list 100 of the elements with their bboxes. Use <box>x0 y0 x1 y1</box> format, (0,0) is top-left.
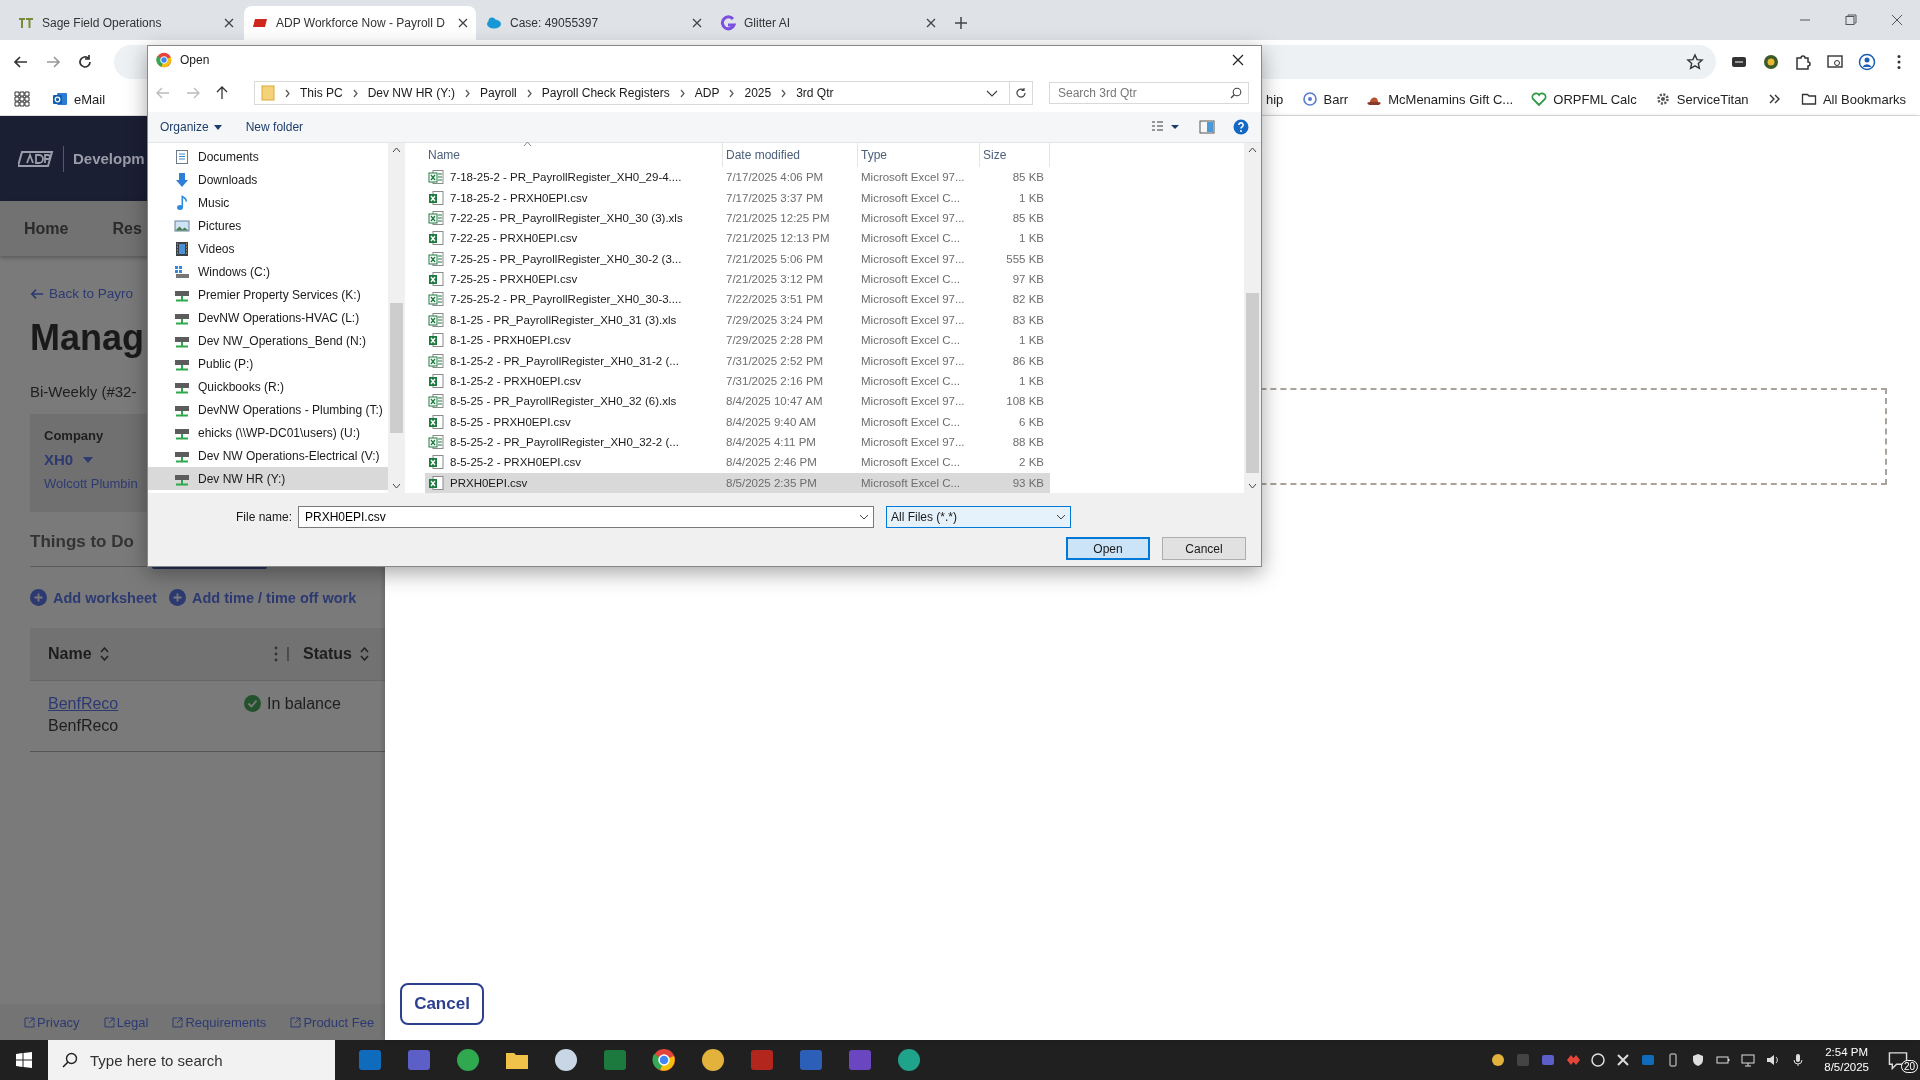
file-name-input[interactable]: PRXH0EPI.csv <box>303 509 859 525</box>
folder-tree-item[interactable]: Pictures <box>148 214 388 237</box>
tray-icon[interactable] <box>1591 1053 1606 1067</box>
file-row[interactable]: 7-25-25 - PR_PayrollRegister_XH0_30-2 (3... 7/21/2025 5:06 PM Microsoft Excel 97... 555 KB <box>425 248 1050 269</box>
chat-app-icon[interactable] <box>406 1048 431 1072</box>
help-icon[interactable] <box>1233 119 1249 135</box>
up-icon[interactable] <box>216 86 228 100</box>
file-type-dropdown[interactable]: All Files (*.*) <box>886 506 1071 528</box>
organize-menu[interactable]: Organize <box>160 120 222 134</box>
refresh-app-icon[interactable] <box>455 1048 480 1072</box>
folder-tree-item[interactable]: Windows (C:) <box>148 260 388 283</box>
cancel-button[interactable]: Cancel <box>400 983 484 1025</box>
bookmark[interactable]: McMenamins Gift C... <box>1366 91 1514 107</box>
cloud-app-icon[interactable] <box>553 1048 578 1072</box>
folder-tree-item[interactable]: Public (P:) <box>148 352 388 375</box>
browser-tab[interactable]: Case: 49055397 <box>478 6 710 40</box>
file-row[interactable]: 8-1-25 - PRXH0EPI.csv 7/29/2025 2:28 PM Microsoft Excel C... 1 KB <box>425 330 1050 351</box>
scroll-down-icon[interactable] <box>1248 483 1257 489</box>
scroll-up-icon[interactable] <box>1248 147 1257 153</box>
search-field[interactable]: Search 3rd Qtr <box>1049 82 1249 104</box>
search-input[interactable]: Search 3rd Qtr <box>1056 85 1230 101</box>
breadcrumb-item[interactable]: Dev NW HR (Y:) <box>367 86 456 100</box>
breadcrumb-item[interactable]: Payroll Check Registers <box>541 86 670 100</box>
close-icon[interactable] <box>692 18 702 28</box>
apps-grid-icon[interactable] <box>14 91 30 107</box>
file-row[interactable]: 7-22-25 - PRXH0EPI.csv 7/21/2025 12:13 PM Microsoft Excel C... 1 KB <box>425 228 1050 249</box>
network-icon[interactable] <box>1741 1053 1756 1067</box>
browser-icon[interactable] <box>651 1048 676 1072</box>
view-options-icon[interactable] <box>1151 120 1181 134</box>
breadcrumb-item[interactable]: ADP <box>694 86 720 100</box>
browser-tab[interactable]: Glitter AI <box>712 6 944 40</box>
bookmark[interactable]: hip <box>1266 91 1284 107</box>
column-header[interactable]: Name <box>425 143 723 167</box>
clock[interactable]: 2:54 PM 8/5/2025 <box>1824 1045 1869 1075</box>
breadcrumb-item[interactable]: Payroll <box>480 86 517 100</box>
breadcrumb-item[interactable]: This PC <box>300 86 343 100</box>
file-row[interactable]: 8-5-25-2 - PR_PayrollRegister_XH0_32-2 (... 8/4/2025 4:11 PM Microsoft Excel 97... 88 KB <box>425 431 1050 453</box>
microphone-icon[interactable] <box>1791 1053 1806 1067</box>
cancel-button[interactable]: Cancel <box>1162 537 1246 560</box>
folder-tree-item[interactable]: Videos <box>148 237 388 260</box>
shield-icon[interactable] <box>1691 1053 1706 1067</box>
file-row[interactable]: 7-25-25-2 - PR_PayrollRegister_XH0_30-3.... 7/22/2025 3:51 PM Microsoft Excel 97... 82 KB <box>425 289 1050 310</box>
address-bar[interactable]: This PC Dev NW HR (Y:) Payroll Payroll Check Registers ADP 2025 3rd Qtr <box>254 81 1010 105</box>
file-row[interactable]: 7-25-25 - PRXH0EPI.csv 7/21/2025 3:12 PM Microsoft Excel C... 97 KB <box>425 268 1050 290</box>
bookmark[interactable]: ORPFML Calc <box>1531 91 1637 107</box>
column-header[interactable]: Type <box>858 143 980 167</box>
preview-pane-icon[interactable] <box>1199 120 1215 134</box>
scrollbar[interactable] <box>1244 143 1261 493</box>
puzzle-icon[interactable] <box>1794 52 1812 71</box>
folder-tree-item[interactable]: Quickbooks (R:) <box>148 375 388 398</box>
tab-search-icon[interactable] <box>1826 52 1844 71</box>
close-icon[interactable] <box>458 18 468 28</box>
file-row[interactable]: 8-1-25-2 - PRXH0EPI.csv 7/31/2025 2:16 PM Microsoft Excel C... 1 KB <box>425 370 1050 392</box>
word-app-icon[interactable] <box>798 1048 823 1072</box>
folder-tree-item[interactable]: Music <box>148 191 388 214</box>
new-tab-icon[interactable] <box>954 16 968 30</box>
bookmark[interactable]: Barr <box>1301 91 1349 107</box>
start-icon[interactable] <box>16 1052 32 1068</box>
pdf-app-icon[interactable] <box>749 1048 774 1072</box>
spreadsheet-app-icon[interactable] <box>602 1048 627 1072</box>
reload-icon[interactable] <box>76 52 94 71</box>
folder-tree-item[interactable]: Dev NW HR (Y:) <box>148 467 388 490</box>
folder-tree-item[interactable]: Downloads <box>148 168 388 191</box>
taskbar-search[interactable]: Type here to search <box>48 1040 335 1080</box>
new-folder-button[interactable]: New folder <box>245 120 304 134</box>
file-row[interactable]: 7-22-25 - PR_PayrollRegister_XH0_30 (3).xls 7/21/2025 12:25 PM Microsoft Excel 97... 85 KB <box>425 207 1050 229</box>
close-icon[interactable] <box>1232 54 1244 66</box>
breadcrumb-item[interactable]: 2025 <box>744 86 772 100</box>
column-header[interactable]: Date modified <box>723 143 858 167</box>
bookmark[interactable]: ServiceTitan <box>1654 91 1749 107</box>
file-row[interactable]: 8-5-25 - PRXH0EPI.csv 8/4/2025 9:40 AM Microsoft Excel C... 6 KB <box>425 411 1050 432</box>
file-row[interactable]: PRXH0EPI.csv 8/5/2025 2:35 PM Microsoft Excel C... 93 KB <box>425 472 1050 493</box>
folder-tree-item[interactable]: Dev NW Operations-Electrical (V:) <box>148 444 388 467</box>
file-row[interactable]: 8-5-25 - PR_PayrollRegister_XH0_32 (6).xls 8/4/2025 10:47 AM Microsoft Excel 97... 108 KB <box>425 391 1050 412</box>
bookmark[interactable]: eMail <box>52 91 106 107</box>
app-icon[interactable] <box>847 1048 872 1072</box>
ai-app-icon[interactable] <box>896 1048 921 1072</box>
folder-tree-item[interactable]: Dev NW_Operations_Bend (N:) <box>148 329 388 352</box>
refresh-icon[interactable] <box>1015 87 1027 99</box>
file-row[interactable]: 7-18-25-2 - PRXH0EPI.csv 7/17/2025 3:37 PM Microsoft Excel C... 1 KB <box>425 187 1050 208</box>
file-row[interactable]: 8-1-25 - PR_PayrollRegister_XH0_31 (3).xls 7/29/2025 3:24 PM Microsoft Excel 97... 83 KB <box>425 309 1050 330</box>
scrollbar[interactable] <box>388 143 405 493</box>
mail-app-icon[interactable] <box>357 1048 382 1072</box>
close-icon[interactable] <box>926 18 936 28</box>
close-icon[interactable] <box>224 18 234 28</box>
open-button[interactable]: Open <box>1066 537 1150 560</box>
file-row[interactable]: 8-5-25-2 - PRXH0EPI.csv 8/4/2025 2:46 PM Microsoft Excel C... 2 KB <box>425 452 1050 473</box>
column-header[interactable]: Size <box>980 143 1050 167</box>
tray-icon[interactable] <box>1616 1053 1631 1067</box>
breadcrumb-item[interactable]: 3rd Qtr <box>796 86 834 100</box>
folder-tree-item[interactable]: DevNW Operations-HVAC (L:) <box>148 306 388 329</box>
folder-tree-item[interactable]: Documents <box>148 145 388 168</box>
tray-icon[interactable] <box>1491 1053 1506 1067</box>
folder-tree-item[interactable]: Premier Property Services (K:) <box>148 283 388 306</box>
star-icon[interactable] <box>1686 52 1704 71</box>
browser-tab[interactable]: Sage Field Operations <box>10 6 242 40</box>
scroll-down-icon[interactable] <box>392 483 401 489</box>
all-bookmarks-button[interactable]: All Bookmarks <box>1800 91 1906 107</box>
dropdown-icon[interactable] <box>859 514 869 520</box>
file-row[interactable]: 8-1-25-2 - PR_PayrollRegister_XH0_31-2 (... 7/31/2025 2:52 PM Microsoft Excel 97... 86 KB <box>425 350 1050 371</box>
